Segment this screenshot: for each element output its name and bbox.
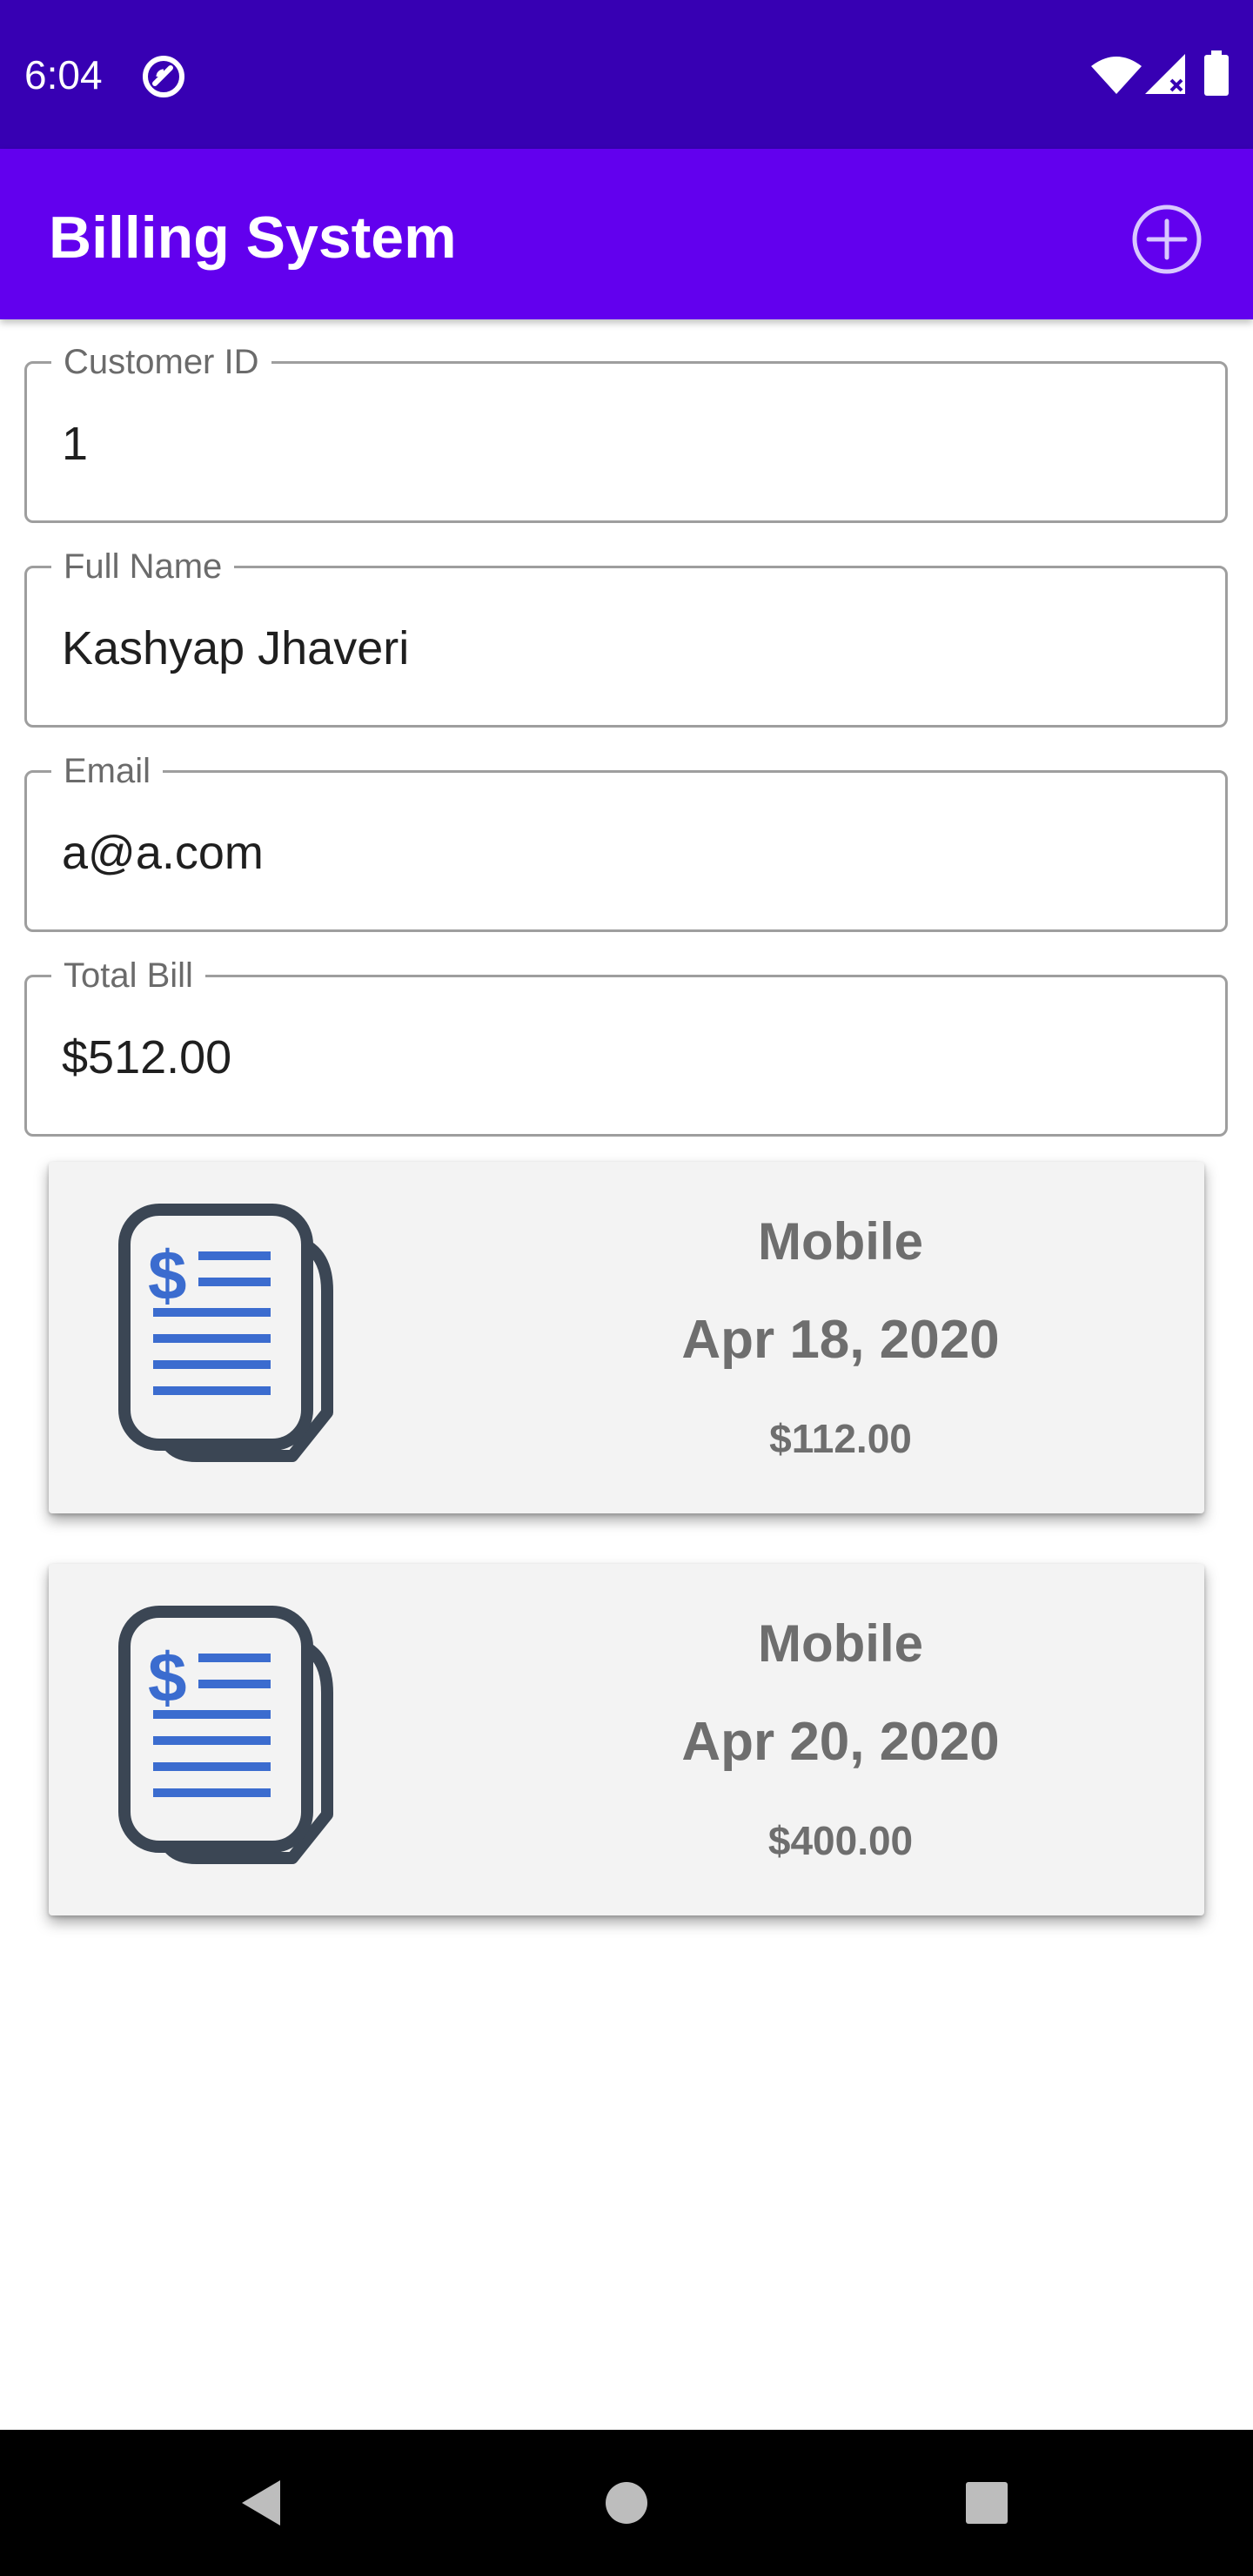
customer-id-label: Customer ID (51, 341, 271, 383)
customer-id-input[interactable] (62, 409, 1184, 479)
bill-type: Mobile (758, 1212, 923, 1271)
recents-icon[interactable] (964, 2480, 1009, 2526)
bill-card[interactable]: $ Mobile Apr 18, 2020 $112.00 (49, 1162, 1204, 1513)
bill-card[interactable]: $ Mobile Apr 20, 2020 $400.00 (49, 1564, 1204, 1915)
bill-amount: $400.00 (767, 1818, 914, 1863)
add-bill-button[interactable] (1129, 202, 1204, 277)
invoice-document-icon: $ (118, 1204, 333, 1462)
battery-icon (1204, 50, 1229, 96)
back-icon[interactable] (237, 2477, 285, 2529)
customer-id-field: Customer ID (24, 341, 1228, 523)
bill-date: Apr 18, 2020 (681, 1310, 1000, 1370)
svg-text:$: $ (148, 1639, 187, 1716)
bill-type: Mobile (758, 1614, 923, 1673)
full-name-input[interactable] (62, 614, 1184, 683)
full-name-label: Full Name (51, 546, 235, 587)
email-label: Email (51, 750, 164, 792)
home-icon[interactable] (604, 2480, 649, 2526)
total-bill-input[interactable] (62, 1023, 1184, 1092)
full-name-field: Full Name (24, 546, 1228, 728)
status-bar: 6:04 (0, 0, 1253, 149)
page-title: Billing System (49, 205, 457, 271)
status-time: 6:04 (24, 52, 103, 97)
add-circle-icon (1132, 205, 1202, 274)
total-bill-label: Total Bill (51, 955, 205, 996)
navigation-bar (0, 2430, 1253, 2576)
sync-icon (143, 56, 184, 97)
total-bill-field: Total Bill (24, 955, 1228, 1137)
wifi-icon (1091, 57, 1142, 94)
svg-text:$: $ (148, 1237, 187, 1314)
bill-amount: $112.00 (769, 1416, 912, 1461)
app-bar: Billing System (0, 149, 1253, 319)
email-field: Email (24, 750, 1228, 932)
invoice-document-icon: $ (118, 1606, 333, 1864)
email-input[interactable] (62, 818, 1184, 888)
bill-date: Apr 20, 2020 (681, 1712, 1000, 1772)
cell-signal-icon (1145, 54, 1185, 94)
